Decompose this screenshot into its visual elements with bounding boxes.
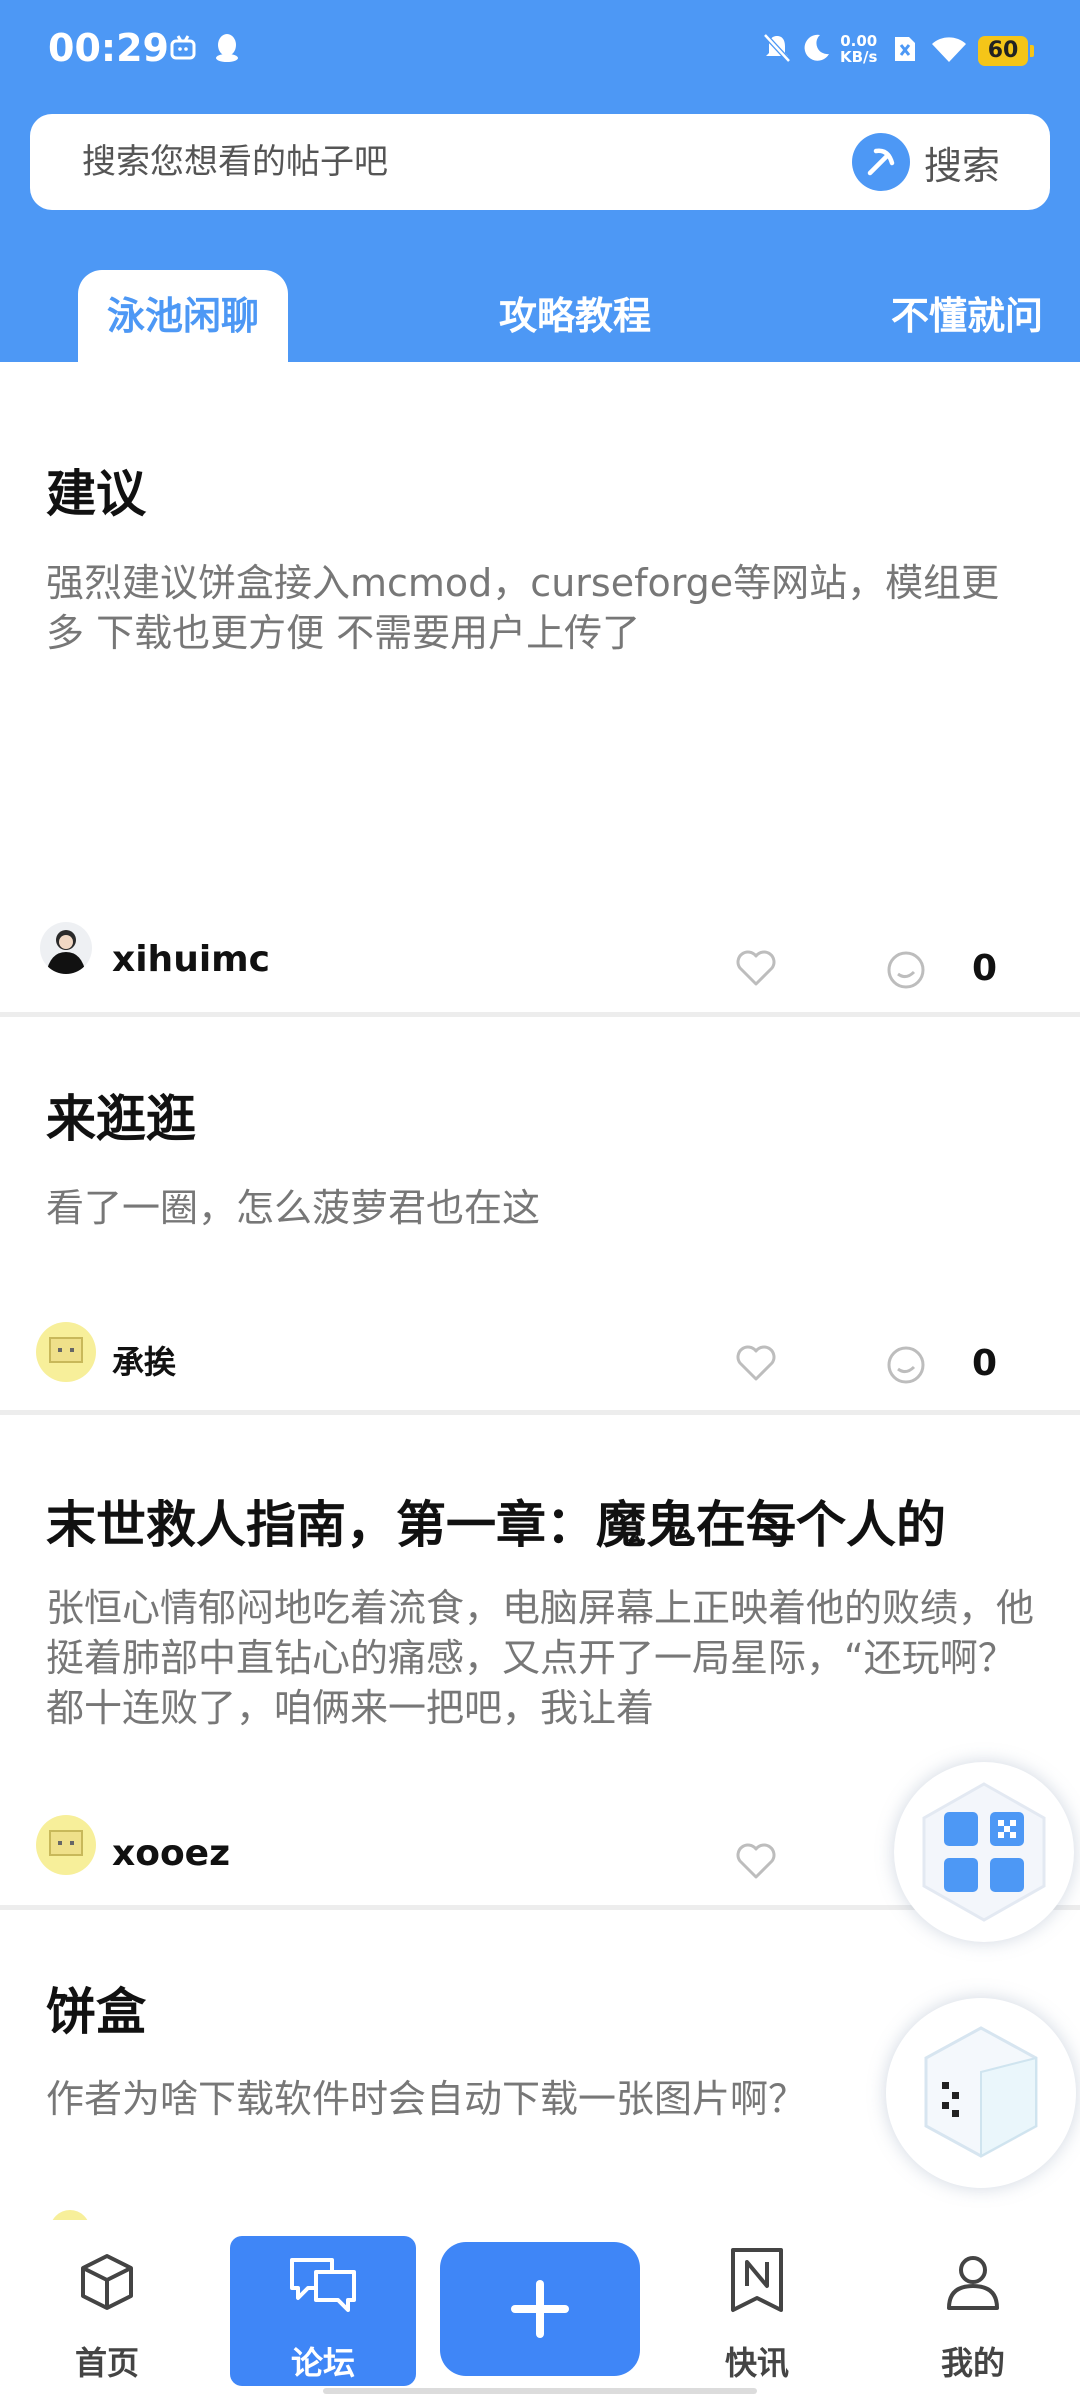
nav-mine[interactable]: 我的 [898,2220,1048,2400]
post-title: 来逛逛 [46,1090,196,1148]
post-title: 末世救人指南，第一章：魔鬼在每个人的 [46,1496,946,1554]
tab-guides[interactable]: 攻略教程 [470,270,680,362]
search-bar[interactable]: 搜索您想看的帖子吧 搜索 [30,114,1050,210]
category-tabs: 泳池闲聊 攻略教程 不懂就问 [0,270,1080,362]
cube-icon [924,2026,1038,2158]
author-name[interactable]: 承挨 [112,1337,176,1383]
avatar[interactable] [36,1815,96,1875]
apps-button[interactable] [894,1762,1074,1942]
qq-icon [216,34,238,62]
post-card[interactable]: 建议 强烈建议饼盒接入mcmod，curseforge等网站，模组更多 下载也更… [0,362,1080,1017]
avatar[interactable] [36,1322,96,1382]
net-speed-value: 0.00 [840,32,878,50]
nav-mine-label: 我的 [940,2344,1005,2382]
nav-home-label: 首页 [74,2344,139,2382]
net-speed: 0.00 KB/s [840,33,877,65]
avatar[interactable] [40,922,92,974]
comment-icon[interactable] [884,1343,928,1387]
user-icon [947,2256,999,2310]
plus-icon [511,2280,569,2338]
heart-icon[interactable] [734,946,778,990]
post-body: 看了一圈，怎么菠萝君也在这 [46,1186,541,1230]
comment-count: 0 [972,1343,998,1384]
author-name[interactable]: xihuimc [112,939,270,980]
comment-count: 0 [972,948,998,989]
chat-bubbles-icon [290,2258,356,2312]
comment-icon[interactable] [884,948,928,992]
search-input[interactable]: 搜索您想看的帖子吧 [82,114,388,210]
search-button[interactable]: 搜索 [851,114,1000,210]
mute-bell-icon [763,33,791,63]
post-body: 张恒心情郁闷地吃着流食，电脑屏幕上正映着他的败绩，他挺着肺部中直钻心的痛感，又点… [46,1586,1035,1730]
box-icon [81,2254,133,2310]
bottom-nav: 首页 论坛 快讯 我的 [0,2220,1080,2400]
heart-icon[interactable] [734,1341,778,1385]
home-indicator[interactable] [323,2388,757,2394]
tab-questions[interactable]: 不懂就问 [862,270,1072,362]
apps-grid-icon [922,1782,1046,1922]
nav-news-label: 快讯 [724,2344,789,2382]
search-button-label: 搜索 [923,143,1000,188]
post-title: 饼盒 [46,1983,146,2041]
add-post-button[interactable] [440,2242,640,2376]
tab-pool-chat[interactable]: 泳池闲聊 [78,270,288,362]
moon-icon [804,34,829,61]
battery-indicator: 60 [978,36,1034,66]
nav-home[interactable]: 首页 [32,2220,182,2400]
sim-icon [895,37,915,61]
tv-icon [170,35,196,60]
nav-forum[interactable]: 论坛 [230,2236,416,2386]
status-bar: 00:29 0.00 KB/s 60 [0,0,1080,100]
net-speed-unit: KB/s [840,48,878,66]
nav-forum-label: 论坛 [290,2344,355,2382]
nav-news[interactable]: 快讯 [682,2220,832,2400]
author-name[interactable]: xooez [112,1833,230,1874]
status-time: 00:29 [48,26,169,70]
pickaxe-icon [851,133,910,191]
news-icon [731,2248,783,2312]
cube-button[interactable] [886,1998,1076,2188]
post-body: 强烈建议饼盒接入mcmod，curseforge等网站，模组更多 下载也更方便 … [46,561,1000,655]
heart-icon[interactable] [734,1839,778,1883]
post-card[interactable]: 来逛逛 看了一圈，怎么菠萝君也在这 承挨 0 [0,1017,1080,1415]
post-title: 建议 [46,465,146,523]
avatar[interactable] [50,2210,90,2220]
wifi-icon [932,37,966,62]
header: 00:29 0.00 KB/s 60 搜索您想看的帖子吧 搜索 泳池闲聊 攻略教… [0,0,1080,362]
